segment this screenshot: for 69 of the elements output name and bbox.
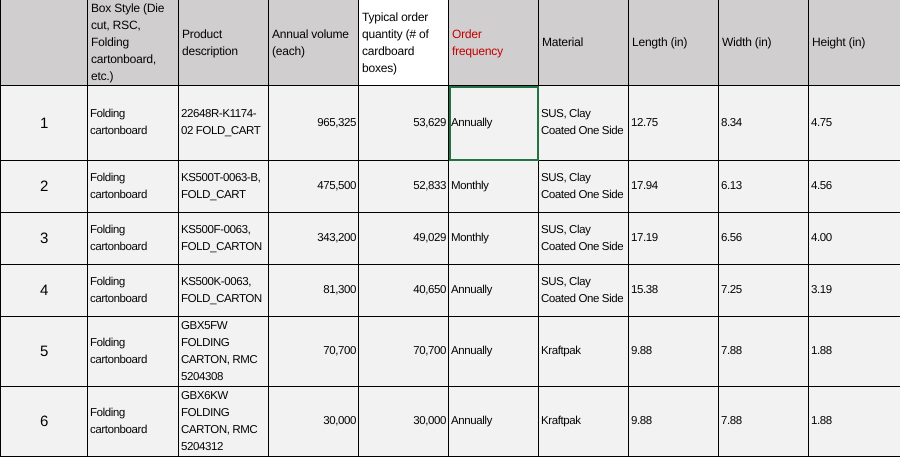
table-cell[interactable]: 7.88 — [719, 387, 809, 457]
table-cell[interactable]: 49,029 — [359, 213, 449, 265]
table-cell[interactable]: GBX5FW FOLDING CARTON, RMC 5204308 — [179, 317, 269, 387]
table-cell[interactable]: 475,500 — [269, 161, 359, 213]
table-cell[interactable]: 17.94 — [629, 161, 719, 213]
table-cell[interactable]: 9.88 — [629, 317, 719, 387]
table-cell[interactable]: Annually — [449, 387, 539, 457]
table-cell[interactable]: 4.75 — [809, 86, 900, 161]
table-cell[interactable]: 40,650 — [359, 265, 449, 317]
row-number[interactable]: 3 — [1, 213, 88, 265]
column-header: Height (in) — [809, 0, 900, 86]
column-header: Box Style (Die cut, RSC, Folding cartonboard, etc.) — [88, 0, 179, 86]
table-cell[interactable]: Monthly — [449, 213, 539, 265]
table-cell[interactable]: SUS, Clay Coated One Side — [539, 161, 629, 213]
table-cell[interactable]: 15.38 — [629, 265, 719, 317]
table-cell[interactable]: 30,000 — [269, 387, 359, 457]
row-number[interactable]: 5 — [1, 317, 88, 387]
table-cell[interactable]: 70,700 — [269, 317, 359, 387]
table-cell[interactable]: 1.88 — [809, 317, 900, 387]
column-header: Product description — [179, 0, 269, 86]
column-header: Material — [539, 0, 629, 86]
table-cell[interactable]: 1.88 — [809, 387, 900, 457]
table-cell[interactable]: SUS, Clay Coated One Side — [539, 213, 629, 265]
table-cell[interactable]: KS500F-0063, FOLD_CARTON — [179, 213, 269, 265]
table-cell[interactable]: 52,833 — [359, 161, 449, 213]
table-cell[interactable]: 17.19 — [629, 213, 719, 265]
table-cell[interactable]: Folding cartonboard — [88, 317, 179, 387]
table-cell[interactable]: GBX6KW FOLDING CARTON, RMC 5204312 — [179, 387, 269, 457]
row-number[interactable]: 6 — [1, 387, 88, 457]
table-cell[interactable]: 4.56 — [809, 161, 900, 213]
table-cell[interactable]: 70,700 — [359, 317, 449, 387]
table-cell[interactable]: 3.19 — [809, 265, 900, 317]
table-cell[interactable]: 30,000 — [359, 387, 449, 457]
table-cell[interactable]: Annually — [449, 86, 539, 161]
table-cell[interactable]: 4.00 — [809, 213, 900, 265]
table-cell[interactable]: 12.75 — [629, 86, 719, 161]
table-cell[interactable]: SUS, Clay Coated One Side — [539, 265, 629, 317]
table-cell[interactable]: 53,629 — [359, 86, 449, 161]
table-cell[interactable]: SUS, Clay Coated One Side — [539, 86, 629, 161]
table-cell[interactable]: Monthly — [449, 161, 539, 213]
table-cell[interactable]: 343,200 — [269, 213, 359, 265]
column-header: Length (in) — [629, 0, 719, 86]
table-cell[interactable]: 8.34 — [719, 86, 809, 161]
table-cell[interactable]: Folding cartonboard — [88, 161, 179, 213]
table-cell[interactable]: 7.25 — [719, 265, 809, 317]
table-cell[interactable]: KS500K-0063, FOLD_CARTON — [179, 265, 269, 317]
row-number[interactable]: 1 — [1, 86, 88, 161]
table-cell[interactable]: KS500T-0063-B, FOLD_CART — [179, 161, 269, 213]
table-cell[interactable]: Annually — [449, 317, 539, 387]
row-number[interactable]: 4 — [1, 265, 88, 317]
table-cell[interactable]: Kraftpak — [539, 387, 629, 457]
column-header: Order frequency — [449, 0, 539, 86]
table-cell[interactable]: 81,300 — [269, 265, 359, 317]
table-cell[interactable]: Annually — [449, 265, 539, 317]
table-cell[interactable]: 965,325 — [269, 86, 359, 161]
column-header: Typical order quantity (# of cardboard boxes) — [359, 0, 449, 86]
table-cell[interactable]: Folding cartonboard — [88, 86, 179, 161]
column-header: Width (in) — [719, 0, 809, 86]
table-cell[interactable]: 6.13 — [719, 161, 809, 213]
table-cell[interactable]: Folding cartonboard — [88, 265, 179, 317]
column-header: Annual volume (each) — [269, 0, 359, 86]
table-cell[interactable]: 6.56 — [719, 213, 809, 265]
table-cell[interactable]: 7.88 — [719, 317, 809, 387]
row-number[interactable]: 2 — [1, 161, 88, 213]
table-cell[interactable]: Folding cartonboard — [88, 213, 179, 265]
table-cell[interactable]: Folding cartonboard — [88, 387, 179, 457]
table-cell[interactable]: Kraftpak — [539, 317, 629, 387]
table-cell[interactable]: 22648R-K1174-02 FOLD_CART — [179, 86, 269, 161]
table-cell[interactable]: 9.88 — [629, 387, 719, 457]
